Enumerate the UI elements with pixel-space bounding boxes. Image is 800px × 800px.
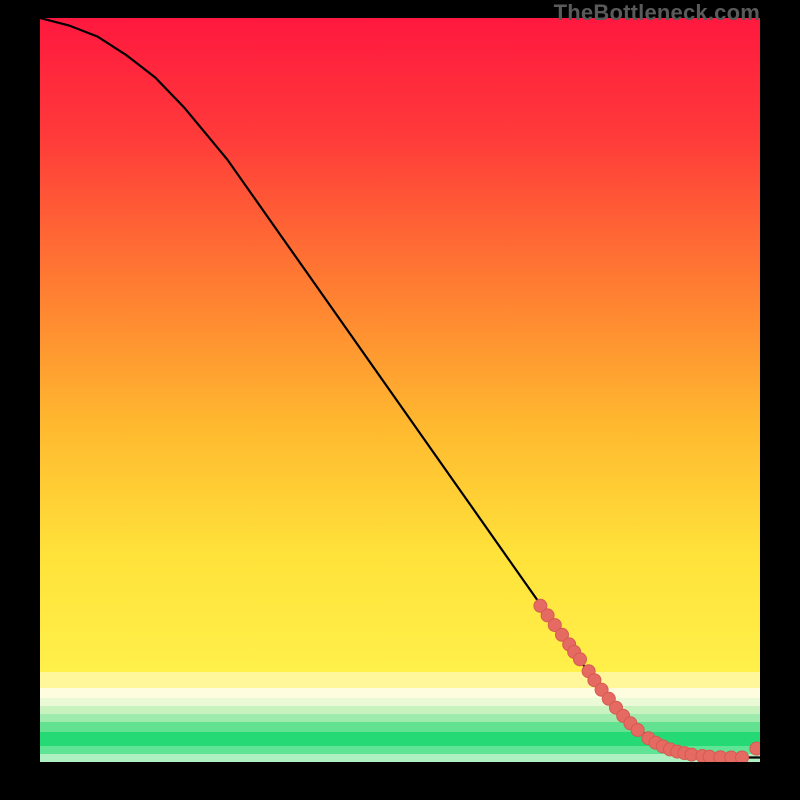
- highlight-dots: [534, 599, 760, 762]
- chart-stage: TheBottleneck.com: [0, 0, 800, 800]
- watermark-text: TheBottleneck.com: [554, 0, 760, 26]
- data-point: [574, 653, 587, 666]
- bottleneck-curve: [40, 18, 760, 758]
- data-point: [736, 751, 749, 762]
- data-point: [750, 742, 760, 755]
- chart-overlay: [40, 18, 760, 762]
- plot-area: [40, 18, 760, 762]
- data-point: [631, 724, 644, 737]
